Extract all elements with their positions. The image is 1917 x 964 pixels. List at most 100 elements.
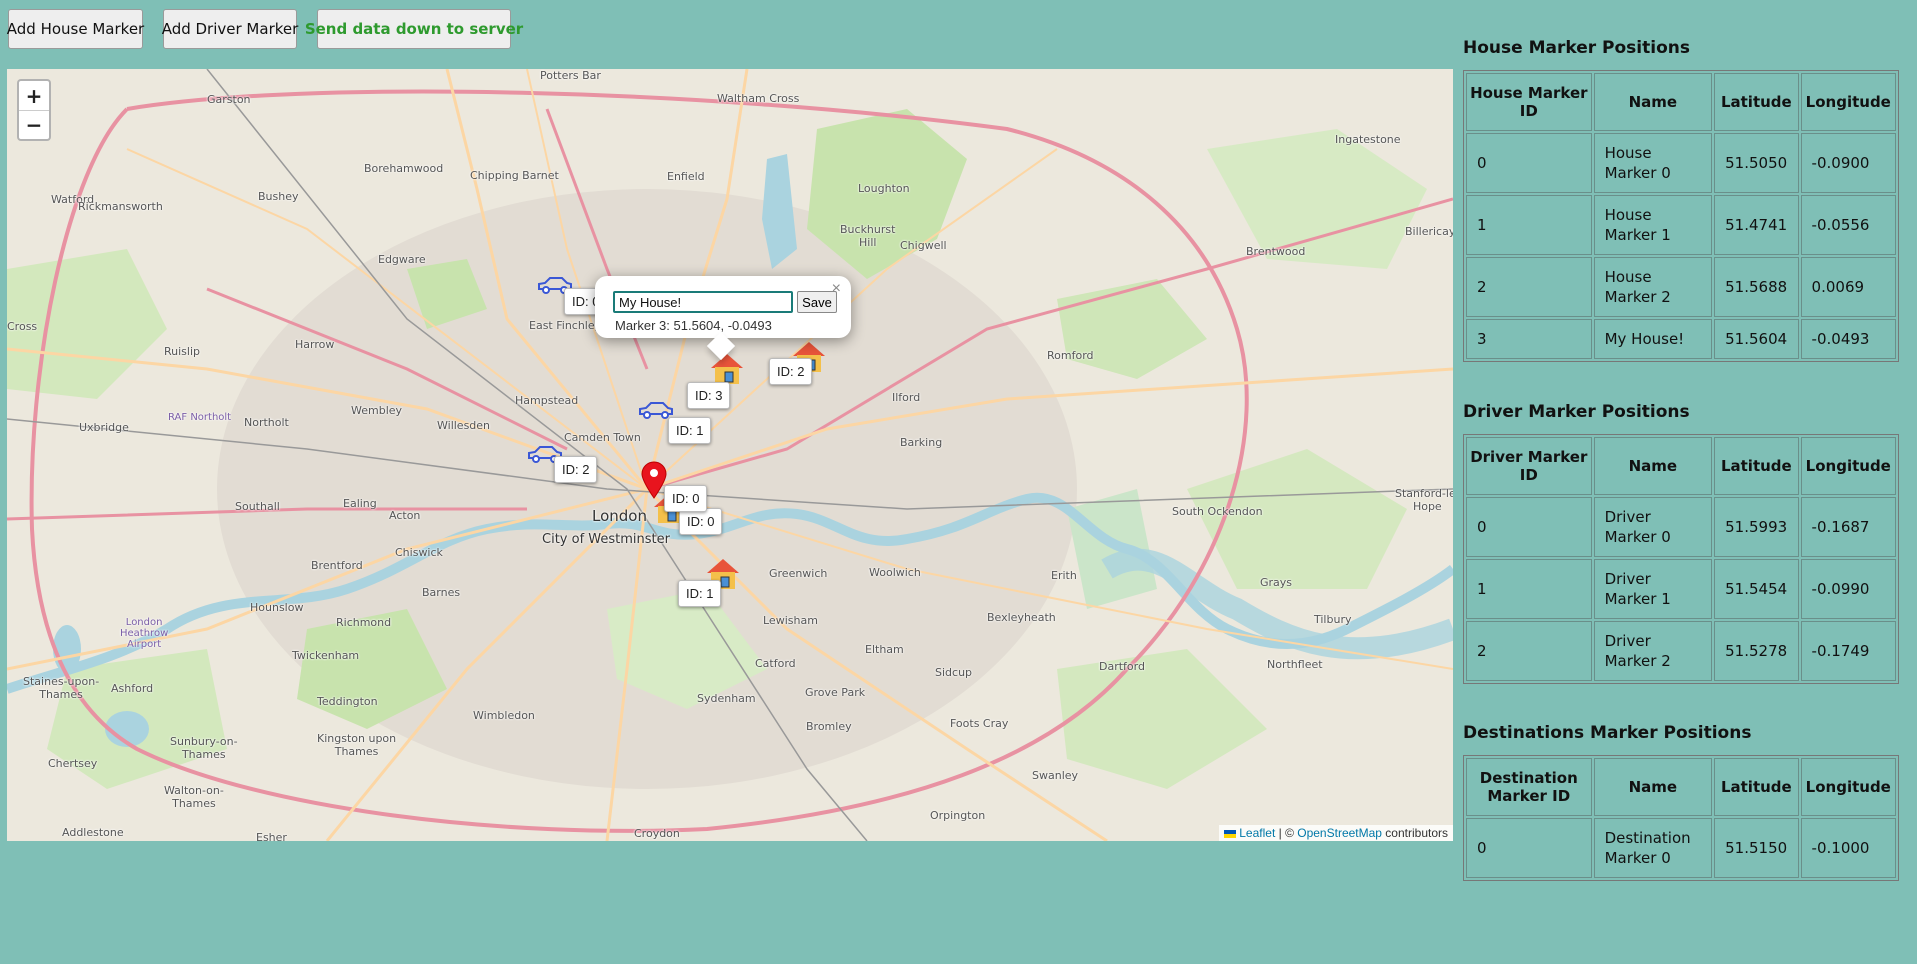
map-label-foots-cray: Foots Cray (950, 717, 1009, 730)
map-label-kingston: Kingston upon Thames (317, 732, 397, 758)
table-row: 0 Driver Marker 0 51.5993 -0.1687 (1466, 497, 1896, 557)
map-label-edgware: Edgware (378, 253, 426, 266)
cell-id: 1 (1466, 559, 1592, 619)
map-label-woolwich: Woolwich (869, 566, 921, 579)
map-label-bromley: Bromley (806, 720, 852, 733)
header-longitude: Longitude (1800, 758, 1896, 816)
zoom-out-button[interactable]: − (19, 110, 49, 139)
marker-name-popup: × Save Marker 3: 51.5604, -0.0493 (595, 276, 851, 361)
map-label-stanford: Stanford-le- Hope (1395, 487, 1453, 513)
map-label-brentwood: Brentwood (1246, 245, 1306, 258)
map-label-garston: Garston (207, 93, 251, 106)
cell-latitude: 51.5688 (1714, 257, 1799, 317)
leaflet-link[interactable]: Leaflet (1239, 826, 1275, 840)
map-label-greenwich: Greenwich (769, 567, 828, 580)
cell-longitude: -0.0493 (1800, 319, 1896, 359)
table-row: 0 House Marker 0 51.5050 -0.0900 (1466, 133, 1896, 193)
tooltip-house-3: ID: 3 (687, 382, 731, 409)
map-label-westminster: City of Westminster (542, 532, 670, 547)
header-id: Destination Marker ID (1466, 758, 1592, 816)
table-row: 1 Driver Marker 1 51.5454 -0.0990 (1466, 559, 1896, 619)
cell-id: 0 (1466, 818, 1592, 878)
map-label-ruislip: Ruislip (164, 345, 201, 358)
map-label-south-ockendon: South Ockendon (1172, 505, 1263, 518)
house-marker-3-house-icon[interactable] (709, 352, 745, 386)
cell-longitude: -0.1000 (1800, 818, 1896, 878)
map-label-rickmansworth: Rickmansworth (78, 200, 163, 213)
map-label-borehamwood: Borehamwood (364, 162, 444, 175)
map-label-enfield: Enfield (667, 170, 705, 183)
map-label-catford: Catford (755, 657, 796, 670)
map-label-heathrow: London Heathrow Airport (120, 617, 169, 650)
map-label-orpington: Orpington (930, 809, 986, 822)
map-label-chertsey: Chertsey (48, 757, 98, 770)
driver-marker-section: Driver Marker Positions Driver Marker ID… (1463, 402, 1899, 684)
cell-name: House Marker 0 (1593, 133, 1713, 193)
table-row: 3 My House! 51.5604 -0.0493 (1466, 319, 1896, 359)
map-label-london: London (592, 507, 647, 525)
map-label-walton: Walton-on- Thames (164, 784, 224, 810)
add-driver-marker-button[interactable]: Add Driver Marker (162, 9, 298, 49)
map-label-teddington: Teddington (317, 695, 378, 708)
header-latitude: Latitude (1714, 758, 1799, 816)
house-marker-section: House Marker Positions House Marker ID N… (1463, 38, 1899, 362)
map-label-chiswick: Chiswick (395, 546, 443, 559)
marker-name-input[interactable] (613, 291, 793, 313)
cell-longitude: -0.0556 (1800, 195, 1896, 255)
cell-name: House Marker 1 (1593, 195, 1713, 255)
tooltip-house-2: ID: 2 (769, 358, 813, 385)
cell-latitude: 51.5454 (1714, 559, 1799, 619)
map-label-barking: Barking (900, 436, 943, 449)
table-row: 2 House Marker 2 51.5688 0.0069 (1466, 257, 1896, 317)
add-house-marker-button[interactable]: Add House Marker (7, 9, 144, 49)
cell-id: 3 (1466, 319, 1592, 359)
map-label-hounslow: Hounslow (250, 601, 304, 614)
map-label-chigwell: Chigwell (900, 239, 947, 252)
header-id: Driver Marker ID (1466, 437, 1592, 495)
tooltip-house-0: ID: 0 (679, 508, 723, 535)
send-data-button[interactable]: Send data down to server (305, 9, 523, 49)
cell-longitude: 0.0069 (1800, 257, 1896, 317)
map-label-esher: Esher (256, 831, 287, 841)
map-label-bexleyheath: Bexleyheath (987, 611, 1056, 624)
map-label-twickenham: Twickenham (292, 649, 360, 662)
map-label-chipping-barnet: Chipping Barnet (470, 169, 559, 182)
map-label-potters-bar: Potters Bar (540, 69, 601, 82)
attribution-separator: | © (1275, 826, 1298, 840)
map-label-loughton: Loughton (858, 182, 910, 195)
header-latitude: Latitude (1714, 73, 1799, 131)
save-button[interactable]: Save (797, 291, 837, 313)
driver-marker-table: Driver Marker ID Name Latitude Longitude… (1463, 434, 1899, 684)
tooltip-house-1: ID: 1 (678, 580, 722, 607)
header-longitude: Longitude (1800, 73, 1896, 131)
map-label-croydon: Croydon (634, 827, 680, 840)
map-label-raf-northolt: RAF Northolt (168, 412, 232, 423)
map-label-northolt: Northolt (244, 416, 289, 429)
cell-id: 0 (1466, 133, 1592, 193)
zoom-in-button[interactable]: + (19, 81, 49, 110)
map-view[interactable]: London City of Westminster Camden Town H… (7, 69, 1453, 841)
map-label-barnes: Barnes (422, 586, 461, 599)
map-label-cross: Cross (7, 320, 38, 333)
openstreetmap-link[interactable]: OpenStreetMap (1297, 826, 1382, 840)
tooltip-destination-0: ID: 0 (664, 485, 708, 512)
map-label-lewisham: Lewisham (763, 614, 818, 627)
cell-name: Destination Marker 0 (1593, 818, 1713, 878)
table-row: 0 Destination Marker 0 51.5150 -0.1000 (1466, 818, 1896, 878)
table-row: 2 Driver Marker 2 51.5278 -0.1749 (1466, 621, 1896, 681)
map-label-richmond: Richmond (336, 616, 392, 629)
cell-id: 2 (1466, 257, 1592, 317)
destination-marker-section: Destinations Marker Positions Destinatio… (1463, 723, 1899, 881)
map-label-harrow: Harrow (295, 338, 335, 351)
cell-id: 2 (1466, 621, 1592, 681)
map-label-grays: Grays (1260, 576, 1293, 589)
table-row: 1 House Marker 1 51.4741 -0.0556 (1466, 195, 1896, 255)
map-label-bushey: Bushey (258, 190, 299, 203)
map-label-hampstead: Hampstead (515, 394, 579, 407)
header-name: Name (1593, 758, 1713, 816)
leaflet-flag-icon (1223, 829, 1236, 838)
map-tiles[interactable] (7, 69, 1453, 841)
map-label-dartford: Dartford (1099, 660, 1145, 673)
map-label-brentford: Brentford (311, 559, 363, 572)
map-label-northfleet: Northfleet (1267, 658, 1323, 671)
